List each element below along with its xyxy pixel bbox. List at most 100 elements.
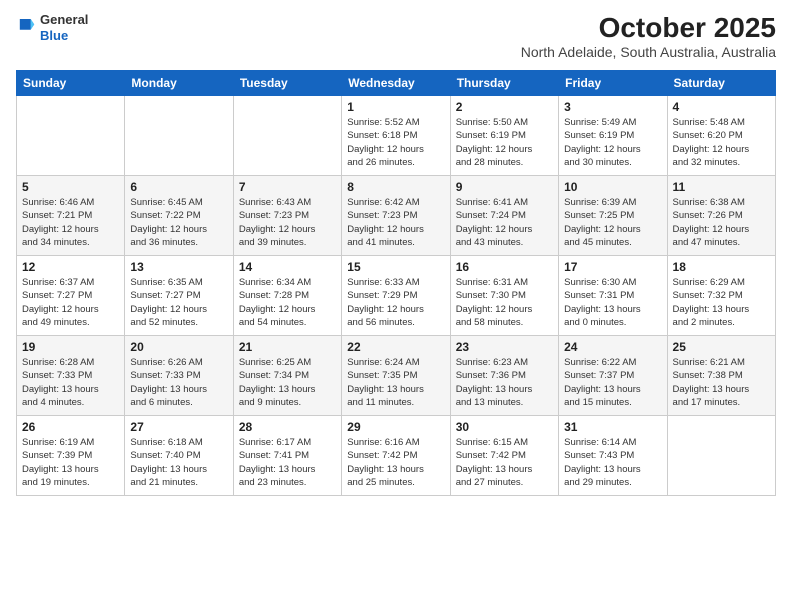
table-row: 8 Sunrise: 6:42 AMSunset: 7:23 PMDaylight…	[342, 176, 450, 256]
day-number: 4	[673, 100, 770, 114]
day-info: Sunrise: 6:43 AMSunset: 7:23 PMDaylight:…	[239, 196, 336, 249]
table-row: 16 Sunrise: 6:31 AMSunset: 7:30 PMDayligh…	[450, 256, 558, 336]
table-row: 5 Sunrise: 6:46 AMSunset: 7:21 PMDaylight…	[17, 176, 125, 256]
day-info: Sunrise: 5:52 AMSunset: 6:18 PMDaylight:…	[347, 116, 444, 169]
calendar-week-row: 5 Sunrise: 6:46 AMSunset: 7:21 PMDaylight…	[17, 176, 776, 256]
day-info: Sunrise: 6:41 AMSunset: 7:24 PMDaylight:…	[456, 196, 553, 249]
col-wednesday: Wednesday	[342, 71, 450, 96]
header-row: Sunday Monday Tuesday Wednesday Thursday…	[17, 71, 776, 96]
day-number: 16	[456, 260, 553, 274]
day-number: 31	[564, 420, 661, 434]
table-row: 12Sunrise: 6:37 AMSunset: 7:27 PMDayligh…	[17, 256, 125, 336]
table-row: 28 Sunrise: 6:17 AMSunset: 7:41 PMDayligh…	[233, 416, 341, 496]
calendar-title: October 2025	[521, 12, 776, 44]
day-info: Sunrise: 6:18 AMSunset: 7:40 PMDaylight:…	[130, 436, 227, 489]
day-info: Sunrise: 6:37 AMSunset: 7:27 PMDaylight:…	[22, 276, 119, 329]
day-info: Sunrise: 5:49 AMSunset: 6:19 PMDaylight:…	[564, 116, 661, 169]
page: General Blue October 2025 North Adelaide…	[0, 0, 792, 612]
day-number: 22	[347, 340, 444, 354]
col-friday: Friday	[559, 71, 667, 96]
calendar-table: Sunday Monday Tuesday Wednesday Thursday…	[16, 70, 776, 496]
day-number: 19	[22, 340, 119, 354]
table-row	[233, 96, 341, 176]
table-row: 10 Sunrise: 6:39 AMSunset: 7:25 PMDayligh…	[559, 176, 667, 256]
table-row	[17, 96, 125, 176]
day-info: Sunrise: 6:33 AMSunset: 7:29 PMDaylight:…	[347, 276, 444, 329]
table-row: 27Sunrise: 6:18 AMSunset: 7:40 PMDayligh…	[125, 416, 233, 496]
day-number: 1	[347, 100, 444, 114]
day-number: 26	[22, 420, 119, 434]
day-info: Sunrise: 6:46 AMSunset: 7:21 PMDaylight:…	[22, 196, 119, 249]
day-number: 5	[22, 180, 119, 194]
day-number: 24	[564, 340, 661, 354]
day-number: 9	[456, 180, 553, 194]
day-info: Sunrise: 6:24 AMSunset: 7:35 PMDaylight:…	[347, 356, 444, 409]
table-row: 20 Sunrise: 6:26 AMSunset: 7:33 PMDayligh…	[125, 336, 233, 416]
day-number: 23	[456, 340, 553, 354]
table-row: 26Sunrise: 6:19 AMSunset: 7:39 PMDayligh…	[17, 416, 125, 496]
day-number: 11	[673, 180, 770, 194]
day-number: 28	[239, 420, 336, 434]
day-info: Sunrise: 6:39 AMSunset: 7:25 PMDaylight:…	[564, 196, 661, 249]
day-number: 17	[564, 260, 661, 274]
day-info: Sunrise: 6:45 AMSunset: 7:22 PMDaylight:…	[130, 196, 227, 249]
col-monday: Monday	[125, 71, 233, 96]
day-number: 14	[239, 260, 336, 274]
day-info: Sunrise: 6:17 AMSunset: 7:41 PMDaylight:…	[239, 436, 336, 489]
table-row: 11 Sunrise: 6:38 AMSunset: 7:26 PMDayligh…	[667, 176, 775, 256]
table-row: 2Sunrise: 5:50 AMSunset: 6:19 PMDaylight…	[450, 96, 558, 176]
day-info: Sunrise: 6:16 AMSunset: 7:42 PMDaylight:…	[347, 436, 444, 489]
day-info: Sunrise: 6:38 AMSunset: 7:26 PMDaylight:…	[673, 196, 770, 249]
table-row: 31Sunrise: 6:14 AMSunset: 7:43 PMDayligh…	[559, 416, 667, 496]
col-thursday: Thursday	[450, 71, 558, 96]
table-row: 3 Sunrise: 5:49 AMSunset: 6:19 PMDaylight…	[559, 96, 667, 176]
calendar-week-row: 12Sunrise: 6:37 AMSunset: 7:27 PMDayligh…	[17, 256, 776, 336]
day-info: Sunrise: 6:28 AMSunset: 7:33 PMDaylight:…	[22, 356, 119, 409]
header: General Blue October 2025 North Adelaide…	[16, 12, 776, 60]
table-row: 21Sunrise: 6:25 AMSunset: 7:34 PMDayligh…	[233, 336, 341, 416]
day-number: 29	[347, 420, 444, 434]
day-info: Sunrise: 6:35 AMSunset: 7:27 PMDaylight:…	[130, 276, 227, 329]
day-info: Sunrise: 6:15 AMSunset: 7:42 PMDaylight:…	[456, 436, 553, 489]
day-number: 15	[347, 260, 444, 274]
logo-text: General Blue	[40, 12, 88, 43]
table-row: 7 Sunrise: 6:43 AMSunset: 7:23 PMDaylight…	[233, 176, 341, 256]
table-row: 29 Sunrise: 6:16 AMSunset: 7:42 PMDayligh…	[342, 416, 450, 496]
day-number: 20	[130, 340, 227, 354]
day-info: Sunrise: 6:22 AMSunset: 7:37 PMDaylight:…	[564, 356, 661, 409]
calendar-week-row: 26Sunrise: 6:19 AMSunset: 7:39 PMDayligh…	[17, 416, 776, 496]
table-row: 14 Sunrise: 6:34 AMSunset: 7:28 PMDayligh…	[233, 256, 341, 336]
logo-icon	[18, 17, 36, 39]
calendar-week-row: 1 Sunrise: 5:52 AMSunset: 6:18 PMDaylight…	[17, 96, 776, 176]
day-number: 21	[239, 340, 336, 354]
day-number: 18	[673, 260, 770, 274]
table-row: 6 Sunrise: 6:45 AMSunset: 7:22 PMDaylight…	[125, 176, 233, 256]
table-row: 13Sunrise: 6:35 AMSunset: 7:27 PMDayligh…	[125, 256, 233, 336]
title-block: October 2025 North Adelaide, South Austr…	[521, 12, 776, 60]
day-number: 3	[564, 100, 661, 114]
table-row: 19 Sunrise: 6:28 AMSunset: 7:33 PMDayligh…	[17, 336, 125, 416]
table-row	[667, 416, 775, 496]
calendar-week-row: 19 Sunrise: 6:28 AMSunset: 7:33 PMDayligh…	[17, 336, 776, 416]
day-number: 7	[239, 180, 336, 194]
day-number: 8	[347, 180, 444, 194]
logo-blue: Blue	[40, 28, 88, 44]
day-info: Sunrise: 6:34 AMSunset: 7:28 PMDaylight:…	[239, 276, 336, 329]
table-row: 30 Sunrise: 6:15 AMSunset: 7:42 PMDayligh…	[450, 416, 558, 496]
col-sunday: Sunday	[17, 71, 125, 96]
day-info: Sunrise: 6:26 AMSunset: 7:33 PMDaylight:…	[130, 356, 227, 409]
day-info: Sunrise: 6:31 AMSunset: 7:30 PMDaylight:…	[456, 276, 553, 329]
day-info: Sunrise: 6:30 AMSunset: 7:31 PMDaylight:…	[564, 276, 661, 329]
day-info: Sunrise: 6:21 AMSunset: 7:38 PMDaylight:…	[673, 356, 770, 409]
logo-general: General	[40, 12, 88, 28]
day-info: Sunrise: 6:29 AMSunset: 7:32 PMDaylight:…	[673, 276, 770, 329]
col-tuesday: Tuesday	[233, 71, 341, 96]
day-number: 6	[130, 180, 227, 194]
day-number: 10	[564, 180, 661, 194]
table-row: 23Sunrise: 6:23 AMSunset: 7:36 PMDayligh…	[450, 336, 558, 416]
table-row: 17 Sunrise: 6:30 AMSunset: 7:31 PMDayligh…	[559, 256, 667, 336]
calendar-subtitle: North Adelaide, South Australia, Austral…	[521, 44, 776, 60]
day-info: Sunrise: 6:42 AMSunset: 7:23 PMDaylight:…	[347, 196, 444, 249]
table-row: 24 Sunrise: 6:22 AMSunset: 7:37 PMDayligh…	[559, 336, 667, 416]
day-number: 30	[456, 420, 553, 434]
